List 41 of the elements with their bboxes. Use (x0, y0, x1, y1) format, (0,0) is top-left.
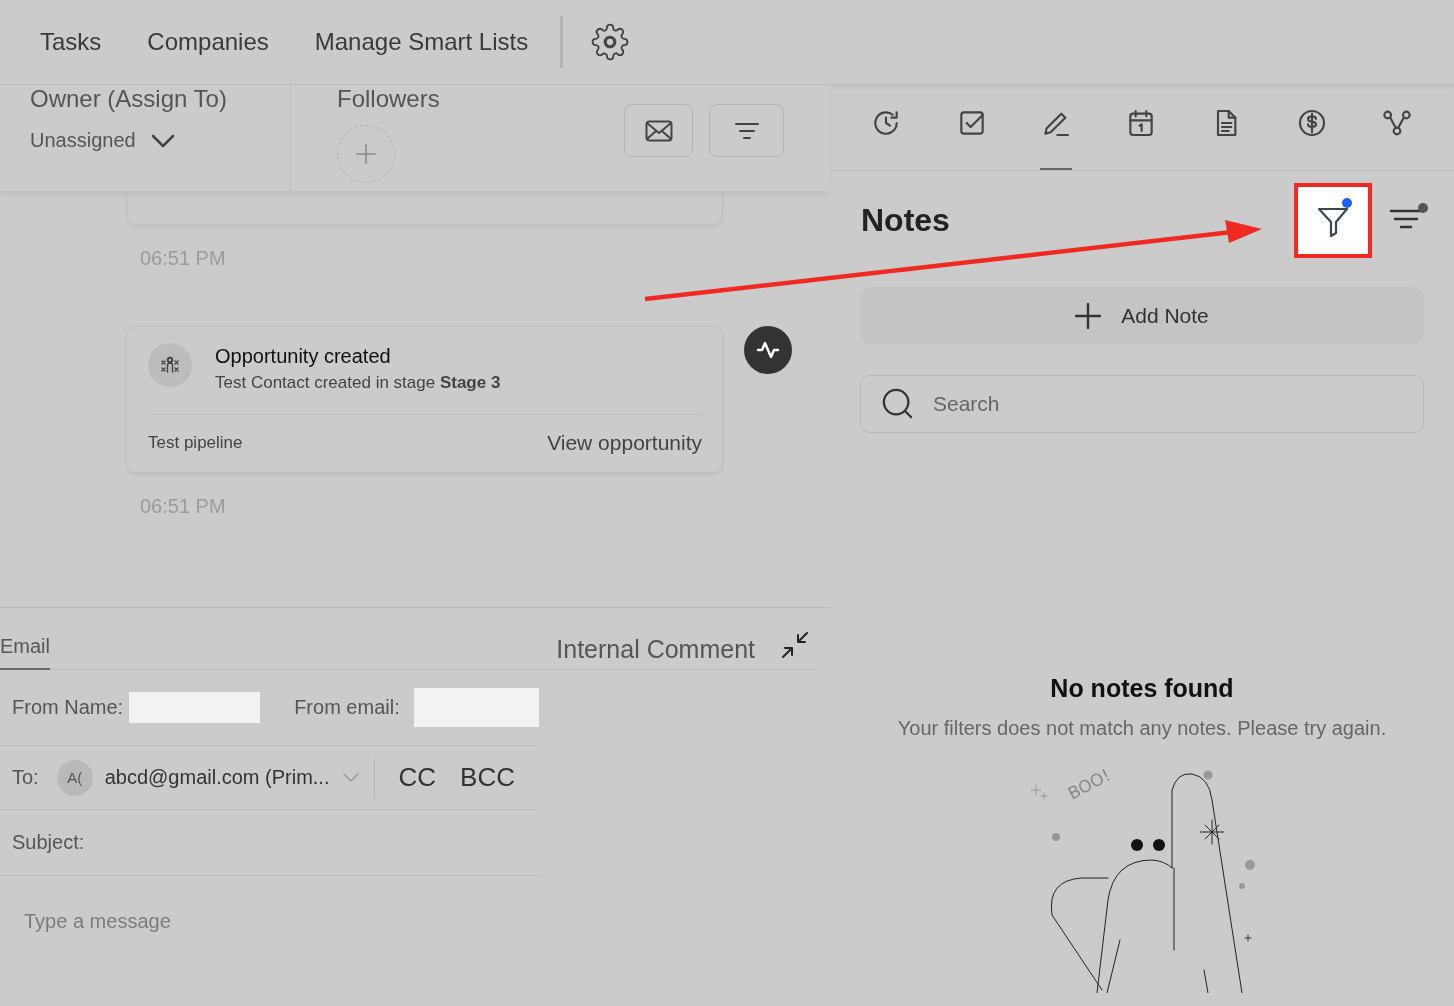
empty-state-title: No notes found (1050, 674, 1234, 703)
view-opportunity-link[interactable]: View opportunity (547, 430, 702, 455)
filter-lines-icon (733, 121, 760, 140)
email-button[interactable] (624, 104, 693, 157)
message-field[interactable]: Type a message (12, 901, 556, 941)
envelope-icon (644, 119, 673, 142)
composer-tab[interactable]: Internal Comment (556, 635, 755, 670)
nav-tab[interactable]: Manage Smart Lists (314, 28, 529, 56)
filter-button[interactable] (1294, 183, 1372, 258)
nav-tab[interactable]: Tasks (40, 28, 102, 56)
owner-dropdown[interactable]: Unassigned (30, 129, 176, 152)
field-label: Owner (Assign To) (30, 85, 228, 113)
activity-icon (744, 326, 792, 374)
field-label: Followers (337, 85, 440, 113)
search-field[interactable]: Search (860, 375, 1424, 433)
recipient-email[interactable]: abcd@gmail.com (Prim... (104, 766, 330, 789)
avatar: A( (56, 759, 93, 796)
input-field[interactable] (413, 688, 539, 727)
field-label: From Name: (12, 696, 124, 719)
field-label: From email: (294, 696, 400, 719)
collapse-icon[interactable] (781, 631, 809, 659)
composer-tab[interactable]: Email (0, 635, 50, 670)
field-label: Subject: (12, 831, 85, 854)
filter-button[interactable] (709, 104, 784, 157)
settings-icon[interactable] (591, 23, 630, 61)
nav-tab[interactable]: Companies (147, 28, 269, 56)
bcc-button[interactable]: BCC (460, 762, 515, 793)
field-label: To: (12, 766, 39, 789)
cc-button[interactable]: CC (398, 762, 437, 793)
plus-icon (1075, 302, 1102, 329)
empty-state-message: Your filters does not match any notes. Please try again. (897, 717, 1387, 740)
people-icon (148, 343, 192, 387)
panel-title: Notes (861, 202, 950, 239)
card-title: Opportunity created (215, 344, 392, 369)
card-description: Test Contact created in stage Stage 3 (215, 373, 501, 393)
pipeline-name: Test pipeline (148, 432, 243, 453)
input-field[interactable] (129, 692, 261, 723)
chevron-down-icon (149, 132, 176, 149)
add-note-button[interactable]: Add Note (860, 287, 1424, 344)
search-icon (882, 388, 914, 420)
plus-icon (354, 142, 378, 166)
